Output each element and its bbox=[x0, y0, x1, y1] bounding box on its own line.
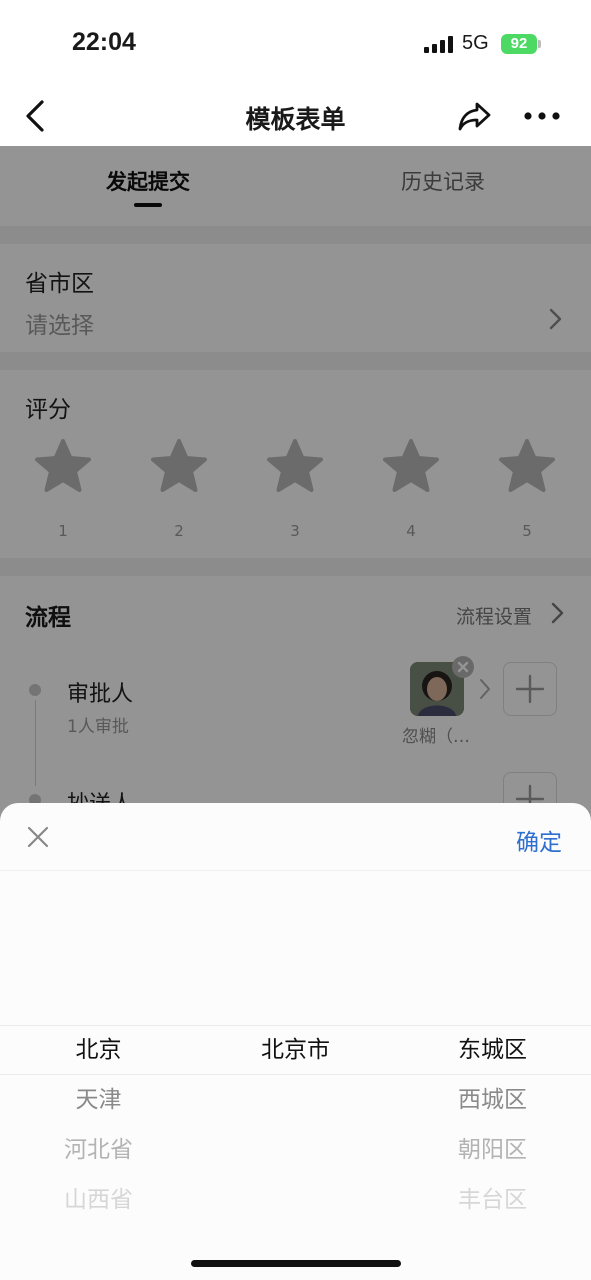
city-column[interactable]: 北京市 bbox=[197, 1025, 394, 1075]
picker-header: 确定 bbox=[0, 803, 591, 871]
page-title: 模板表单 bbox=[245, 105, 346, 134]
province-option[interactable]: 河北省 bbox=[0, 1125, 197, 1175]
status-bar: 22:04 5G 92 bbox=[0, 0, 591, 88]
network-type: 5G bbox=[462, 32, 489, 54]
city-option[interactable]: 北京市 bbox=[197, 1025, 394, 1075]
district-option[interactable]: 东城区 bbox=[394, 1025, 591, 1075]
signal-icon bbox=[424, 36, 453, 53]
district-option[interactable]: 朝阳区 bbox=[394, 1125, 591, 1175]
home-indicator bbox=[191, 1260, 401, 1267]
close-icon[interactable] bbox=[24, 823, 52, 851]
status-time: 22:04 bbox=[72, 28, 136, 56]
nav-bar: 模板表单 bbox=[0, 88, 591, 146]
province-option[interactable]: 北京 bbox=[0, 1025, 197, 1075]
share-icon[interactable] bbox=[455, 96, 495, 136]
district-option[interactable]: 丰台区 bbox=[394, 1175, 591, 1225]
confirm-button[interactable]: 确定 bbox=[516, 823, 562, 857]
more-horizontal-icon[interactable] bbox=[520, 98, 564, 134]
region-picker-sheet: 确定 北京 天津 河北省 山西省 北京市 东城区 西城区 朝阳区 丰台区 bbox=[0, 803, 591, 1280]
battery-tip bbox=[538, 40, 541, 48]
district-option[interactable]: 西城区 bbox=[394, 1075, 591, 1125]
province-option[interactable]: 山西省 bbox=[0, 1175, 197, 1225]
province-column[interactable]: 北京 天津 河北省 山西省 bbox=[0, 1025, 197, 1225]
battery-icon: 92 bbox=[501, 34, 537, 54]
province-option[interactable]: 天津 bbox=[0, 1075, 197, 1125]
district-column[interactable]: 东城区 西城区 朝阳区 丰台区 bbox=[394, 1025, 591, 1225]
